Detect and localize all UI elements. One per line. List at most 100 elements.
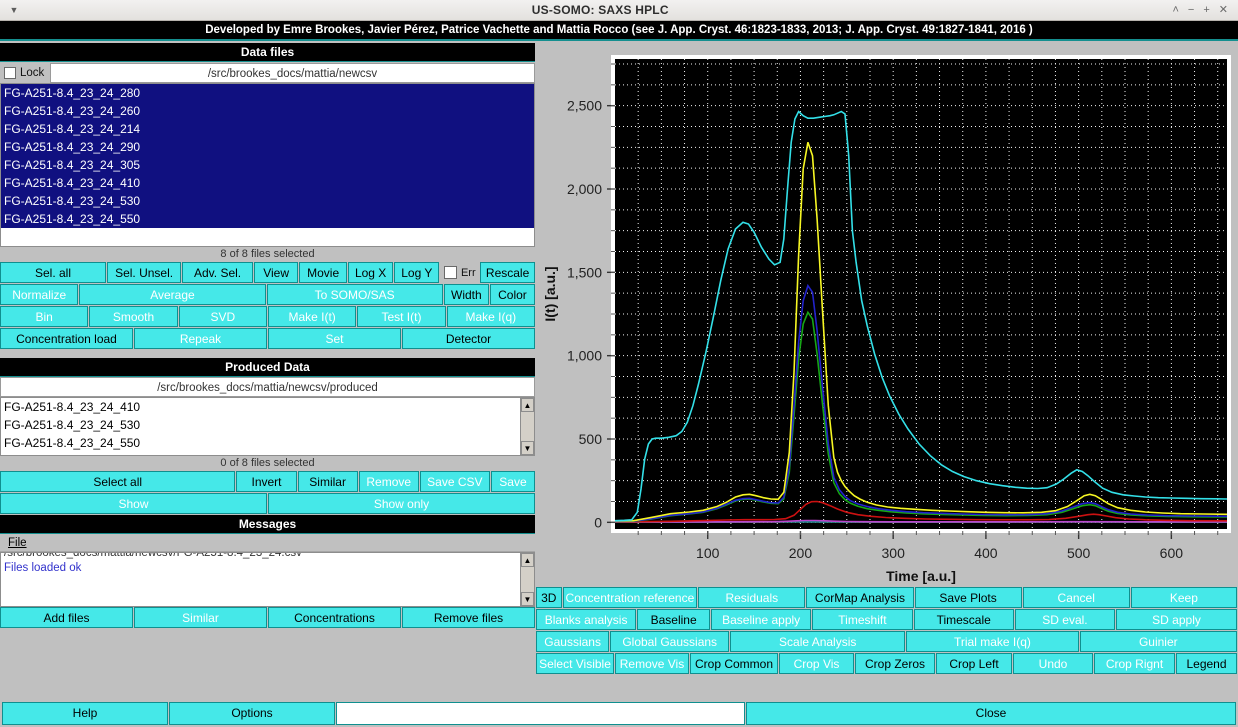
message-line: /src/brookes_docs/mattia/newcsv/FG-A251-…: [1, 552, 534, 561]
undo-button: Undo: [1013, 653, 1093, 674]
lock-checkbox-icon[interactable]: [4, 67, 16, 79]
make-i-q-button: Make I(q): [447, 306, 535, 327]
intensity-vs-time-chart[interactable]: 05001,0001,5002,0002,5001002003004005006…: [537, 45, 1236, 585]
remove-button: Remove: [359, 471, 419, 492]
messages-scrollbar[interactable]: ▲ ▼: [520, 553, 534, 606]
data-files-path-row: Lock /src/brookes_docs/mattia/newcsv: [0, 63, 535, 83]
produced-data-status: 0 of 8 files selected: [0, 456, 535, 471]
view-button[interactable]: View: [254, 262, 298, 283]
list-item[interactable]: FG-A251-8.4_23_24_290: [1, 138, 534, 156]
list-item[interactable]: FG-A251-8.4_23_24_410: [1, 398, 534, 416]
save-plots-button[interactable]: Save Plots: [915, 587, 1022, 608]
list-item[interactable]: FG-A251-8.4_23_24_530: [1, 192, 534, 210]
progress-bar: [336, 702, 745, 725]
scroll-up-icon[interactable]: ▲: [521, 398, 534, 412]
add-files-button[interactable]: Add files: [0, 607, 133, 628]
svg-text:300: 300: [882, 545, 906, 561]
remove-files-button[interactable]: Remove files: [402, 607, 535, 628]
detector-button[interactable]: Detector: [402, 328, 535, 349]
message-line: Files loaded ok: [1, 561, 534, 576]
list-item[interactable]: FG-A251-8.4_23_24_530: [1, 416, 534, 434]
svg-text:0: 0: [594, 514, 602, 530]
list-item[interactable]: FG-A251-8.4_23_24_550: [1, 210, 534, 228]
button-row: Add filesSimilarConcentrationsRemove fil…: [0, 607, 535, 628]
minimize-icon[interactable]: −: [1188, 0, 1194, 20]
produced-data-scrollbar[interactable]: ▲ ▼: [520, 398, 534, 455]
3d-button[interactable]: 3D: [536, 587, 562, 608]
svg-text:500: 500: [579, 431, 603, 447]
list-item[interactable]: FG-A251-8.4_23_24_305: [1, 156, 534, 174]
invert-button[interactable]: Invert: [236, 471, 296, 492]
movie-button[interactable]: Movie: [299, 262, 347, 283]
button-row: Select VisibleRemove VisCrop CommonCrop …: [536, 653, 1237, 674]
log-x-button[interactable]: Log X: [348, 262, 393, 283]
help-button[interactable]: Help: [2, 702, 168, 725]
list-item[interactable]: FG-A251-8.4_23_24_280: [1, 84, 534, 102]
data-files-path: /src/brookes_docs/mattia/newcsv: [50, 63, 535, 83]
bin-button: Bin: [0, 306, 88, 327]
messages-menubar[interactable]: File: [0, 534, 535, 552]
adv-sel-button[interactable]: Adv. Sel.: [182, 262, 253, 283]
remove-vis-button: Remove Vis: [615, 653, 689, 674]
concentrations-button[interactable]: Concentrations: [268, 607, 401, 628]
test-i-t-button: Test I(t): [357, 306, 445, 327]
plot-area[interactable]: 05001,0001,5002,0002,5001002003004005006…: [537, 45, 1236, 585]
show-only-button: Show only: [268, 493, 535, 514]
sel-unsel-button[interactable]: Sel. Unsel.: [107, 262, 181, 283]
produced-data-header: Produced Data: [0, 358, 535, 377]
select-all-button[interactable]: Select all: [0, 471, 235, 492]
list-item[interactable]: FG-A251-8.4_23_24_410: [1, 174, 534, 192]
rescale-button[interactable]: Rescale: [480, 262, 535, 283]
shade-icon[interactable]: ˄: [1172, 0, 1178, 20]
crop-common-button[interactable]: Crop Common: [690, 653, 778, 674]
options-button[interactable]: Options: [169, 702, 335, 725]
window-titlebar: ▼ US-SOMO: SAXS HPLC ˄ − + ✕: [0, 0, 1238, 21]
scroll-up-icon[interactable]: ▲: [521, 553, 534, 567]
list-item[interactable]: FG-A251-8.4_23_24_550: [1, 434, 534, 452]
window-title: US-SOMO: SAXS HPLC: [28, 3, 1172, 17]
concentration-load-button[interactable]: Concentration load: [0, 328, 133, 349]
width-button[interactable]: Width: [444, 284, 489, 305]
save-button: Save: [491, 471, 535, 492]
keep-button: Keep: [1131, 587, 1237, 608]
color-button[interactable]: Color: [490, 284, 535, 305]
global-gaussians-button: Global Gaussians: [610, 631, 729, 652]
data-files-action-rows: Sel. allSel. Unsel.Adv. Sel.ViewMovieLog…: [0, 262, 535, 349]
maximize-icon[interactable]: +: [1203, 0, 1209, 20]
trial-make-i-q-button: Trial make I(q): [906, 631, 1078, 652]
concentration-reference-button: Concentration reference: [563, 587, 698, 608]
set-button: Set: [268, 328, 401, 349]
svg-text:2,500: 2,500: [567, 98, 602, 114]
close-icon[interactable]: ✕: [1219, 0, 1228, 20]
list-item[interactable]: FG-A251-8.4_23_24_214: [1, 120, 534, 138]
produced-data-action-rows: Select allInvertSimilarRemoveSave CSVSav…: [0, 471, 535, 514]
data-files-list[interactable]: FG-A251-8.4_23_24_280FG-A251-8.4_23_24_2…: [0, 83, 535, 247]
to-somo-sas-button: To SOMO/SAS: [267, 284, 443, 305]
baseline-button[interactable]: Baseline: [637, 609, 710, 630]
err-checkbox-group[interactable]: Err: [440, 262, 479, 283]
err-checkbox-icon[interactable]: [444, 266, 457, 279]
cormap-analysis-button[interactable]: CorMap Analysis: [806, 587, 913, 608]
timescale-button[interactable]: Timescale: [914, 609, 1014, 630]
crop-zeros-button[interactable]: Crop Zeros: [855, 653, 935, 674]
list-item[interactable]: FG-A251-8.4_23_24_260: [1, 102, 534, 120]
crop-left-button[interactable]: Crop Left: [936, 653, 1012, 674]
show-button: Show: [0, 493, 267, 514]
scroll-down-icon[interactable]: ▼: [521, 441, 534, 455]
err-label: Err: [461, 267, 476, 279]
similar-button[interactable]: Similar: [298, 471, 358, 492]
scroll-down-icon[interactable]: ▼: [521, 592, 534, 606]
legend-button[interactable]: Legend: [1176, 653, 1237, 674]
save-csv-button: Save CSV: [420, 471, 490, 492]
window-menu-icon[interactable]: ▼: [0, 0, 28, 20]
log-y-button[interactable]: Log Y: [394, 262, 439, 283]
messages-body: /src/brookes_docs/mattia/newcsv/FG-A251-…: [0, 552, 535, 607]
smooth-button: Smooth: [89, 306, 177, 327]
svg-text:600: 600: [1160, 545, 1184, 561]
close-button[interactable]: Close: [746, 702, 1236, 725]
messages-file-menu[interactable]: File: [8, 537, 27, 549]
sel-all-button[interactable]: Sel. all: [0, 262, 106, 283]
produced-data-list[interactable]: FG-A251-8.4_23_24_410FG-A251-8.4_23_24_5…: [0, 397, 535, 456]
window-controls: ˄ − + ✕: [1172, 0, 1238, 20]
lock-toggle[interactable]: Lock: [0, 63, 50, 83]
